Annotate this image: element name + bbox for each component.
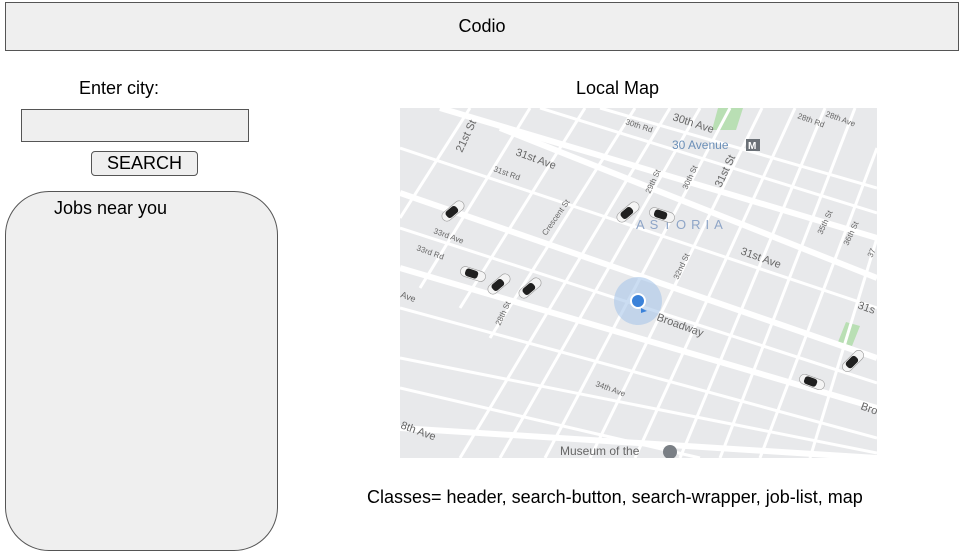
city-input[interactable] [21,109,249,142]
street-map[interactable]: 21st St 31st Ave 31st Rd 30th Rd 30th Av… [400,108,877,458]
neighborhood-label: ASTORIA [636,217,728,232]
current-location-icon [614,277,662,325]
header: Codio [5,2,959,51]
search-button-label: SEARCH [106,153,182,173]
classes-note: Classes= header, search-button, search-w… [367,487,863,507]
station-label: 30 Avenue [672,138,729,152]
job-list: Jobs near you [5,191,278,551]
app-title: Codio [458,16,506,36]
search-button[interactable]: SEARCH [91,151,198,176]
poi-label: Museum of the [560,444,640,458]
job-list-title: Jobs near you [54,198,168,218]
map-title: Local Map [576,78,660,98]
metro-icon-letter: M [748,141,756,152]
map[interactable]: 21st St 31st Ave 31st Rd 30th Rd 30th Av… [400,108,877,458]
city-label: Enter city: [79,78,160,98]
